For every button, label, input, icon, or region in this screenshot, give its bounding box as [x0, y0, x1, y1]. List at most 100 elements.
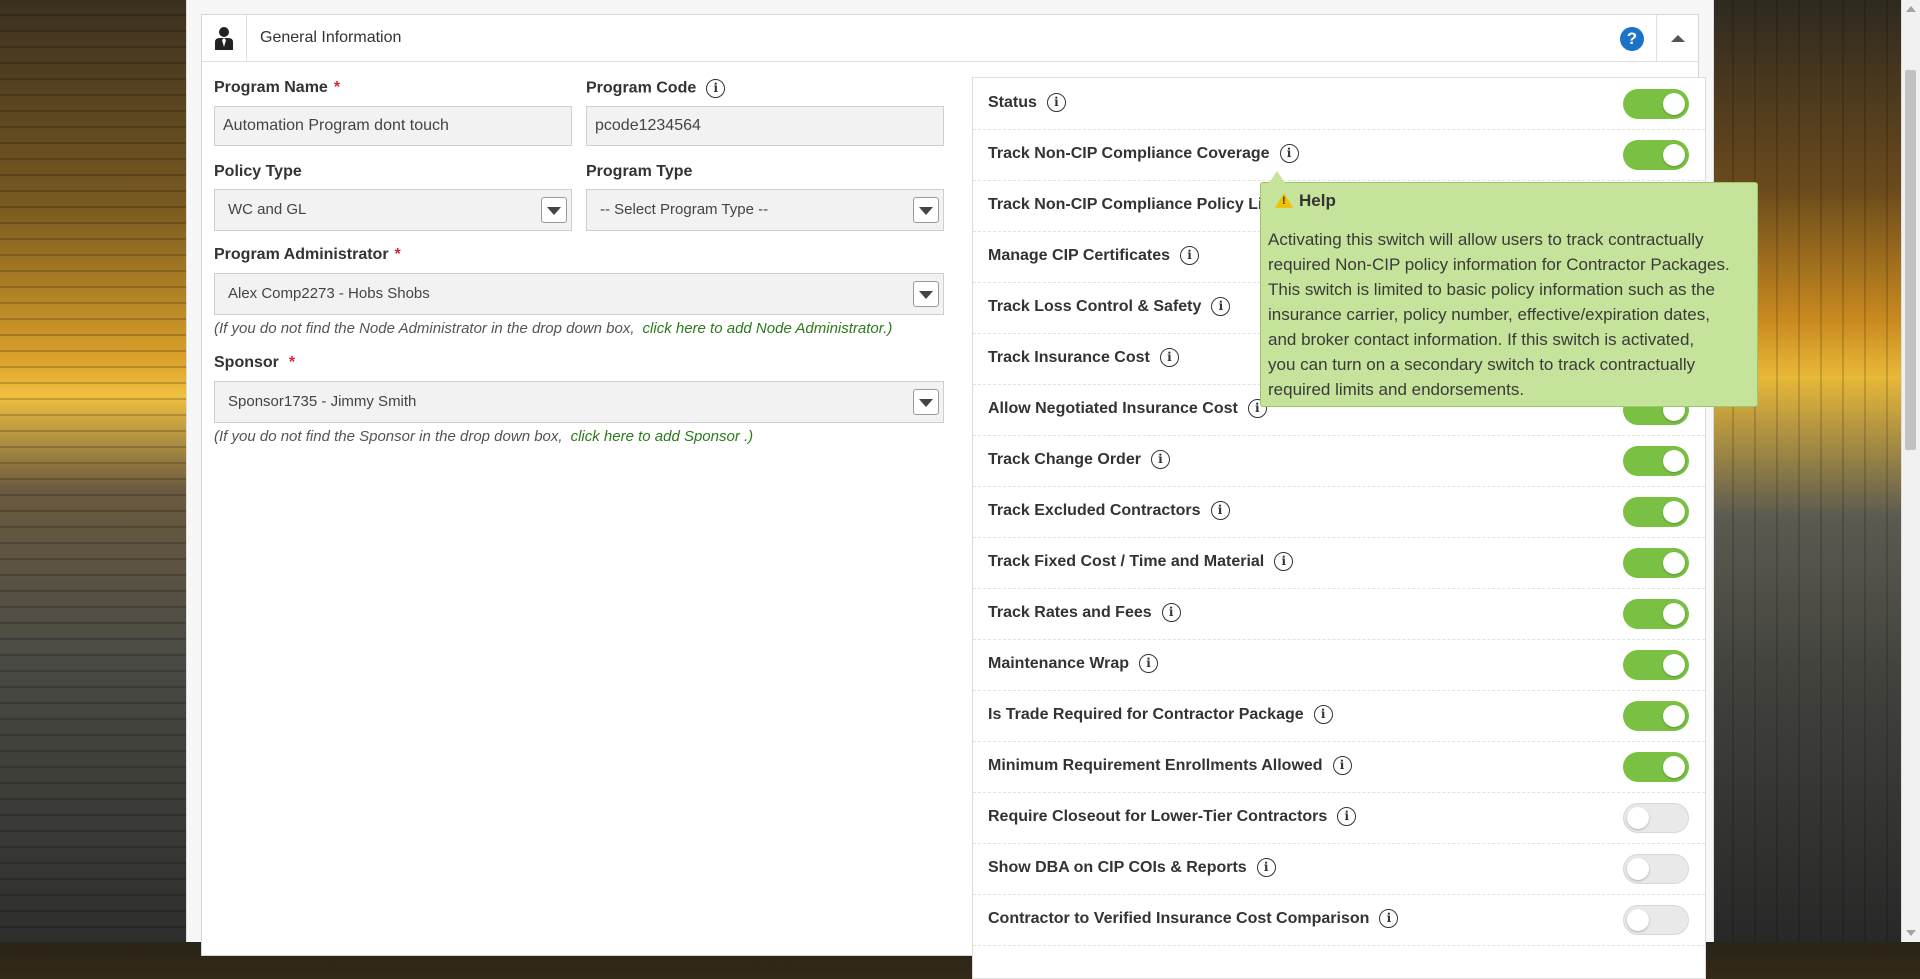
toggle-knob [1627, 909, 1649, 931]
setting-row: Track Fixed Cost / Time and Material i [973, 537, 1705, 589]
setting-toggle[interactable] [1623, 446, 1689, 476]
toggle-knob [1663, 705, 1685, 727]
chevron-down-icon[interactable] [913, 281, 939, 307]
setting-label: Minimum Requirement Enrollments Allowed i [988, 741, 1352, 791]
info-icon[interactable]: i [1161, 603, 1181, 623]
setting-label: Allow Negotiated Insurance Cost i [988, 384, 1267, 434]
setting-toggle[interactable] [1623, 905, 1689, 935]
setting-label-text: Maintenance Wrap [988, 655, 1130, 672]
setting-toggle[interactable] [1623, 599, 1689, 629]
tooltip-line: This switch is limited to basic policy i… [1268, 280, 1715, 299]
warning-icon [1275, 193, 1293, 208]
info-icon[interactable]: i [1046, 93, 1066, 113]
toggle-knob [1663, 552, 1685, 574]
setting-label: Track Fixed Cost / Time and Material i [988, 537, 1294, 587]
admin-hint: (If you do not find the Node Administrat… [214, 320, 892, 337]
info-icon[interactable]: i [1279, 144, 1299, 164]
panel-title: General Information [260, 29, 402, 46]
tooltip-line: required Non-CIP policy information for … [1268, 255, 1730, 274]
toggle-knob [1663, 450, 1685, 472]
chevron-down-icon[interactable] [541, 197, 567, 223]
setting-label-text: Allow Negotiated Insurance Cost [988, 400, 1238, 417]
info-icon[interactable]: i [1159, 348, 1179, 368]
program-name-label: Program Name * [214, 79, 340, 97]
info-icon[interactable]: i [1274, 552, 1294, 572]
setting-label-text: Show DBA on CIP COIs & Reports [988, 859, 1247, 876]
toggle-knob [1663, 756, 1685, 778]
setting-row: Contractor to Verified Insurance Cost Co… [973, 894, 1705, 946]
setting-label: Track Non-CIP Compliance Coverage i [988, 129, 1299, 179]
scrollbar-thumb[interactable] [1905, 70, 1916, 450]
program-code-input[interactable]: pcode1234564 [586, 106, 944, 146]
collapse-button[interactable] [1656, 15, 1699, 61]
setting-row: Minimum Requirement Enrollments Allowed i [973, 741, 1705, 793]
add-sponsor-link[interactable]: click here to add Sponsor .) [571, 428, 754, 445]
info-icon[interactable]: i [1337, 807, 1357, 827]
chevron-down-icon[interactable] [913, 197, 939, 223]
program-type-label: Program Type [586, 163, 693, 180]
program-name-label-text: Program Name [214, 79, 328, 96]
setting-toggle[interactable] [1623, 89, 1689, 119]
sponsor-hint: (If you do not find the Sponsor in the d… [214, 428, 753, 445]
setting-toggle[interactable] [1623, 140, 1689, 170]
tooltip-line: Activating this switch will allow users … [1268, 230, 1704, 249]
info-icon[interactable]: i [1150, 450, 1170, 470]
setting-row: Track Rates and Fees i [973, 588, 1705, 640]
help-tooltip: Help Activating this switch will allow u… [1260, 171, 1758, 407]
setting-toggle[interactable] [1623, 701, 1689, 731]
info-icon[interactable]: i [1256, 858, 1276, 878]
policy-type-value: WC and GL [228, 201, 307, 218]
info-icon[interactable]: i [1180, 246, 1199, 266]
chevron-down-icon[interactable] [913, 389, 939, 415]
add-node-administrator-link[interactable]: click here to add Node Administrator.) [643, 320, 893, 337]
setting-label: Show DBA on CIP COIs & Reports i [988, 843, 1276, 893]
setting-toggle[interactable] [1623, 650, 1689, 680]
info-icon[interactable]: i [1210, 501, 1230, 521]
scroll-up-icon[interactable] [1906, 6, 1916, 12]
setting-label: Track Insurance Cost i [988, 333, 1179, 383]
toggle-knob [1663, 654, 1685, 676]
setting-label-text: Minimum Requirement Enrollments Allowed [988, 757, 1323, 774]
info-icon[interactable]: i [1332, 756, 1352, 776]
help-icon[interactable]: ? [1620, 27, 1644, 51]
setting-label: Is Trade Required for Contractor Package… [988, 690, 1333, 740]
setting-toggle[interactable] [1623, 803, 1689, 833]
caret-up-icon [1671, 34, 1685, 42]
scroll-down-icon[interactable] [1906, 930, 1916, 936]
setting-label: Contractor to Verified Insurance Cost Co… [988, 894, 1399, 944]
setting-label-text: Require Closeout for Lower-Tier Contract… [988, 808, 1328, 825]
setting-label: Track Loss Control & Safety i [988, 282, 1231, 332]
info-icon[interactable]: i [1139, 654, 1159, 674]
user-tie-icon [202, 15, 247, 61]
tooltip-line: you can turn on a secondary switch to tr… [1268, 355, 1696, 374]
tooltip-line: and broker contact information. If this … [1268, 330, 1695, 349]
tooltip-line: insurance carrier, policy number, effect… [1268, 305, 1710, 324]
sponsor-select[interactable]: Sponsor1735 - Jimmy Smith [214, 381, 944, 423]
setting-label-text: Track Change Order [988, 451, 1141, 468]
setting-row: Status i [973, 78, 1705, 130]
setting-toggle[interactable] [1623, 497, 1689, 527]
program-administrator-select[interactable]: Alex Comp2273 - Hobs Shobs [214, 273, 944, 315]
setting-row: Is Trade Required for Contractor Package… [973, 690, 1705, 742]
setting-row: Require Closeout for Lower-Tier Contract… [973, 792, 1705, 844]
info-icon[interactable]: i [1211, 297, 1231, 317]
setting-toggle[interactable] [1623, 752, 1689, 782]
info-icon[interactable]: i [1379, 909, 1399, 929]
setting-label-text: Track Non-CIP Compliance Policy Limits [988, 196, 1296, 213]
program-type-select[interactable]: -- Select Program Type -- [586, 189, 944, 231]
program-name-input[interactable]: Automation Program dont touch [214, 106, 572, 146]
setting-label-text: Contractor to Verified Insurance Cost Co… [988, 910, 1370, 927]
info-icon[interactable]: i [706, 79, 726, 98]
toggle-knob [1663, 603, 1685, 625]
setting-toggle[interactable] [1623, 854, 1689, 884]
setting-label-text: Track Insurance Cost [988, 349, 1150, 366]
policy-type-label: Policy Type [214, 163, 302, 180]
setting-label-text: Track Non-CIP Compliance Coverage [988, 145, 1270, 162]
tooltip-title: Help [1275, 191, 1336, 211]
program-type-value: -- Select Program Type -- [600, 201, 769, 218]
policy-type-select[interactable]: WC and GL [214, 189, 572, 231]
setting-toggle[interactable] [1623, 548, 1689, 578]
info-icon[interactable]: i [1313, 705, 1333, 725]
tooltip-title-text: Help [1299, 191, 1336, 210]
page-scrollbar[interactable] [1901, 0, 1920, 942]
